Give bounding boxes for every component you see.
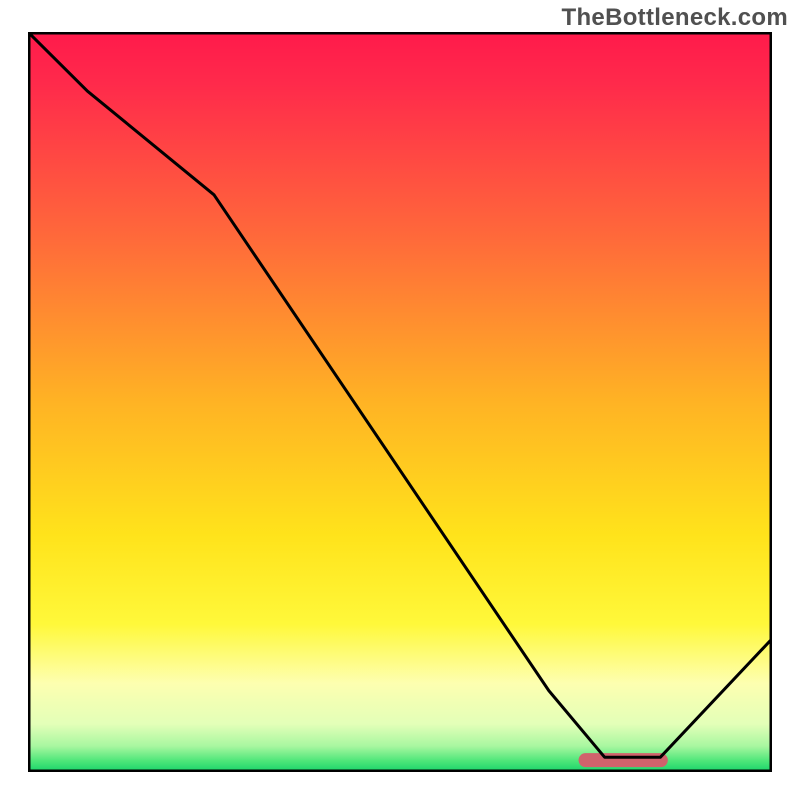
chart-background [28,32,772,772]
chart-container: TheBottleneck.com [0,0,800,800]
chart-svg [28,32,772,772]
optimal-range-marker [579,753,668,767]
watermark-label: TheBottleneck.com [562,4,788,32]
chart-plot [28,32,772,772]
